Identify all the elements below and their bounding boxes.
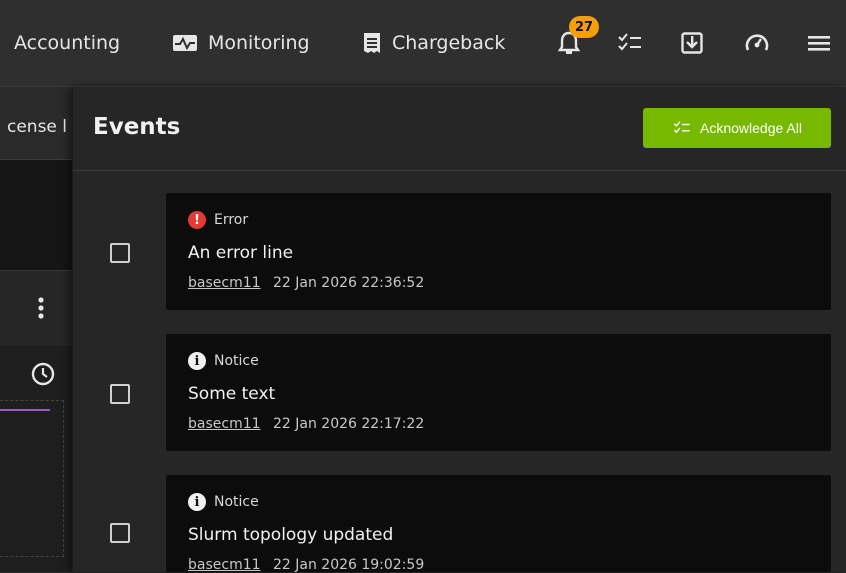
event-checkbox[interactable] (110, 243, 130, 263)
monitoring-icon (172, 33, 198, 53)
more-vertical-icon[interactable] (37, 297, 45, 319)
background-plot-line (0, 409, 50, 411)
receipt-icon (362, 32, 382, 54)
event-message: Some text (188, 384, 276, 404)
dashboard-button[interactable] (744, 30, 770, 56)
event-card[interactable]: ! Error An error line basecm11 22 Jan 20… (166, 193, 831, 310)
download-button[interactable] (679, 30, 705, 56)
event-severity-label: Notice (214, 353, 259, 369)
event-host-link[interactable]: basecm11 (188, 275, 261, 291)
background-tab[interactable]: cense l (0, 87, 72, 160)
background-plot-frame (0, 400, 64, 557)
event-severity-label: Error (214, 212, 249, 228)
event-severity: i Notice (188, 493, 259, 511)
speedometer-icon (745, 34, 769, 51)
event-timestamp: 22 Jan 2026 22:36:52 (272, 275, 425, 291)
checklist-icon (673, 121, 690, 134)
event-host-link[interactable]: basecm11 (188, 416, 261, 432)
acknowledge-all-button[interactable]: Acknowledge All (643, 108, 831, 148)
checklist-button[interactable] (617, 30, 643, 56)
event-timestamp: 22 Jan 2026 19:02:59 (272, 557, 425, 573)
event-severity: ! Error (188, 211, 248, 229)
nav-accounting[interactable]: Accounting (14, 0, 120, 86)
event-severity: i Notice (188, 352, 259, 370)
top-navigation-bar: Accounting Monitoring Chargeback 27 (0, 0, 846, 87)
clock-icon[interactable] (31, 362, 55, 386)
background-section-header (0, 270, 72, 347)
nav-accounting-label: Accounting (14, 32, 121, 54)
error-icon: ! (188, 211, 206, 229)
event-meta: basecm11 22 Jan 2026 22:36:52 (188, 275, 424, 291)
event-timestamp: 22 Jan 2026 22:17:22 (272, 416, 425, 432)
event-card[interactable]: i Notice Slurm topology updated basecm11… (166, 475, 831, 573)
events-panel-title: Events (93, 114, 181, 140)
background-tab-label: cense l (7, 117, 68, 137)
event-card[interactable]: i Notice Some text basecm11 22 Jan 2026 … (166, 334, 831, 451)
event-meta: basecm11 22 Jan 2026 22:17:22 (188, 416, 424, 432)
event-severity-label: Notice (214, 494, 259, 510)
menu-button[interactable] (806, 30, 832, 56)
event-host-link[interactable]: basecm11 (188, 557, 261, 573)
download-icon (681, 32, 703, 54)
nav-monitoring[interactable]: Monitoring (172, 0, 310, 86)
event-message: An error line (188, 243, 294, 263)
nav-monitoring-label: Monitoring (208, 32, 310, 54)
nav-chargeback[interactable]: Chargeback (362, 0, 505, 86)
info-icon: i (188, 493, 206, 511)
nav-chargeback-label: Chargeback (392, 32, 506, 54)
event-checkbox[interactable] (110, 523, 130, 543)
notification-count-badge: 27 (569, 16, 599, 38)
hamburger-menu-icon (808, 36, 830, 51)
info-icon: i (188, 352, 206, 370)
background-dark-area (0, 160, 72, 270)
events-panel-header: Events Acknowledge All (73, 87, 846, 171)
checklist-icon (618, 33, 641, 51)
event-meta: basecm11 22 Jan 2026 19:02:59 (188, 557, 424, 573)
event-checkbox[interactable] (110, 384, 130, 404)
acknowledge-all-label: Acknowledge All (700, 120, 802, 136)
event-message: Slurm topology updated (188, 525, 394, 545)
events-panel: Events Acknowledge All ! Error An error … (73, 87, 846, 573)
